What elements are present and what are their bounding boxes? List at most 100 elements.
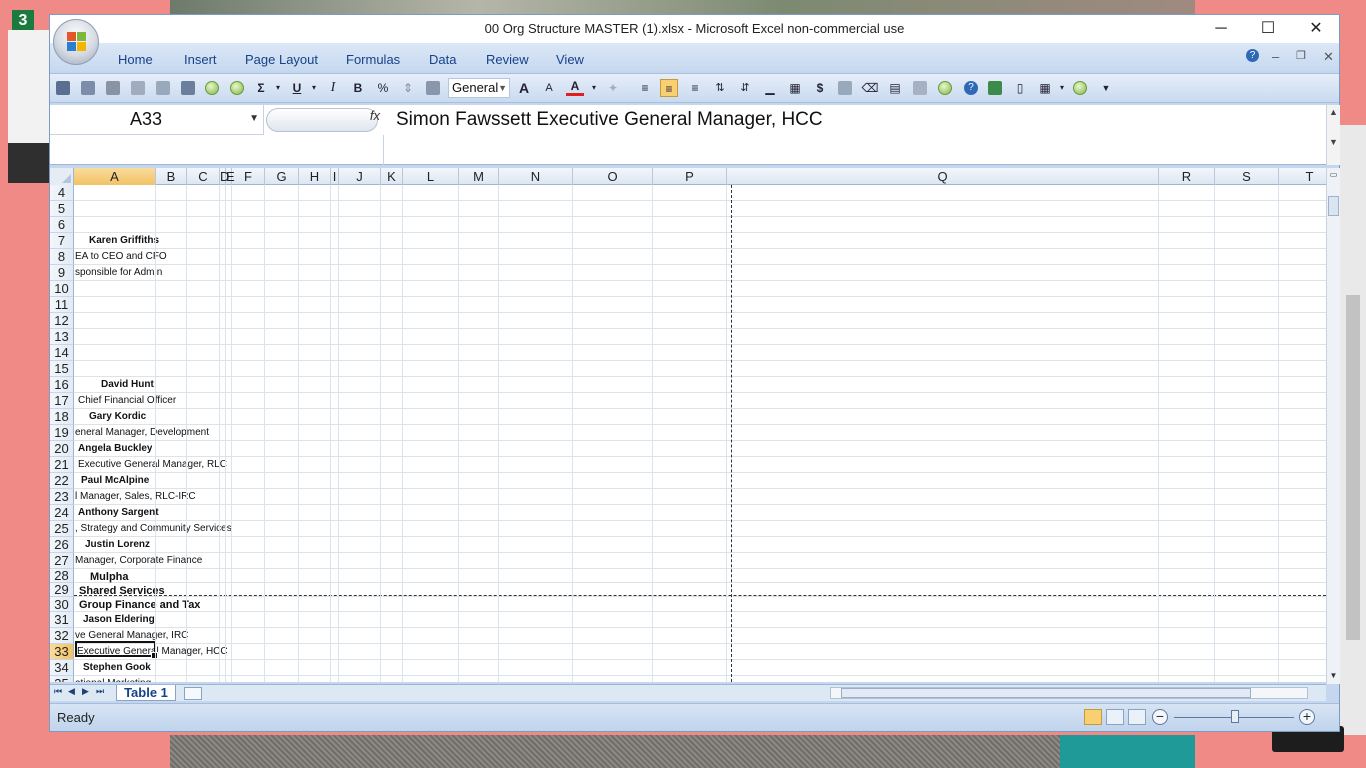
page-layout-view-icon[interactable] — [1106, 709, 1124, 725]
align-center-icon[interactable]: ≡ — [660, 79, 678, 97]
help-icon[interactable]: ? — [964, 81, 978, 95]
row-header-6[interactable]: 6 — [50, 217, 74, 233]
green-circle-icon[interactable] — [1073, 81, 1087, 95]
cell-a17[interactable]: Chief Financial Officer — [78, 394, 176, 408]
bold-button[interactable]: B — [349, 79, 367, 97]
row-header-31[interactable]: 31 — [50, 612, 74, 628]
underline-button[interactable]: U — [288, 79, 306, 97]
close-button[interactable]: ✕ — [1296, 19, 1336, 39]
format-icon[interactable] — [426, 81, 440, 95]
column-header-n[interactable]: N — [499, 168, 573, 185]
cell-a27[interactable]: Manager, Corporate Finance — [75, 554, 202, 568]
formula-input[interactable]: Simon Fawssett Executive General Manager… — [396, 109, 823, 131]
column-header-j[interactable]: J — [339, 168, 381, 185]
office-button[interactable] — [53, 19, 99, 65]
split-box-icon[interactable]: ▭ — [1327, 170, 1340, 179]
row-header-30[interactable]: 30 — [50, 597, 74, 612]
shrink-font-button[interactable]: A — [540, 79, 558, 97]
sort-icon[interactable]: ⇅ — [711, 79, 729, 97]
tab-insert[interactable]: Insert — [184, 52, 217, 67]
column-header-b[interactable]: B — [156, 168, 187, 185]
zoom-slider-thumb[interactable] — [1231, 710, 1239, 723]
chevron-down-icon[interactable]: ▼ — [249, 113, 259, 124]
tab-review[interactable]: Review — [486, 52, 529, 67]
row-header-9[interactable]: 9 — [50, 265, 74, 281]
cell-a31[interactable]: Jason Eldering — [83, 613, 155, 627]
percent-button[interactable]: % — [374, 79, 392, 97]
column-header-q[interactable]: Q — [727, 168, 1159, 185]
help-icon[interactable]: ? — [1246, 49, 1259, 62]
column-header-g[interactable]: G — [265, 168, 299, 185]
normal-view-icon[interactable] — [1084, 709, 1102, 725]
chevron-down-icon[interactable]: ▼ — [1327, 671, 1340, 680]
tab-formulas[interactable]: Formulas — [346, 52, 400, 67]
cell-a18[interactable]: Gary Kordic — [89, 410, 146, 424]
column-header-s[interactable]: S — [1215, 168, 1279, 185]
cell-a25[interactable]: , Strategy and Community Services — [75, 522, 232, 536]
doc-close-button[interactable]: ✕ — [1323, 49, 1334, 65]
cell-a8[interactable]: EA to CEO and CFO — [75, 250, 167, 264]
save-as-icon[interactable] — [81, 81, 95, 95]
selected-cell-a33[interactable] — [75, 641, 158, 659]
column-header-r[interactable]: R — [1159, 168, 1215, 185]
column-header-c[interactable]: C — [187, 168, 220, 185]
row-header-10[interactable]: 10 — [50, 281, 74, 297]
sheet-tab-table-1[interactable]: Table 1 — [116, 685, 176, 701]
border-bottom-icon[interactable]: ▁ — [761, 79, 779, 97]
chevron-down-icon[interactable]: ▾ — [305, 79, 323, 97]
row-header-25[interactable]: 25 — [50, 521, 74, 537]
row-header-14[interactable]: 14 — [50, 345, 74, 361]
column-header-a[interactable]: A — [74, 168, 156, 185]
cell-a16[interactable]: David Hunt — [101, 378, 154, 392]
taskbar-badge[interactable]: 3 — [12, 10, 34, 32]
green-circle-icon[interactable] — [938, 81, 952, 95]
row-header-17[interactable]: 17 — [50, 393, 74, 409]
doc-minimize-button[interactable]: – — [1272, 49, 1279, 64]
row-header-34[interactable]: 34 — [50, 660, 74, 676]
paste-special-icon[interactable] — [913, 81, 927, 95]
row-header-15[interactable]: 15 — [50, 361, 74, 377]
formula-bar-scroll[interactable]: ▲ ▼ — [1326, 105, 1340, 165]
cell-a9[interactable]: sponsible for Admin — [75, 266, 162, 280]
save-icon[interactable] — [56, 81, 70, 95]
sort-desc-icon[interactable]: ⇵ — [736, 79, 754, 97]
column-header-k[interactable]: K — [381, 168, 403, 185]
vertical-scrollbar[interactable]: ▭ ▼ — [1326, 168, 1340, 684]
italic-button[interactable]: I — [324, 79, 342, 97]
doc-restore-button[interactable]: ❐ — [1296, 49, 1306, 62]
fill-icon[interactable]: ✦ — [604, 79, 622, 97]
cell-a19[interactable]: eneral Manager, Development — [75, 426, 209, 440]
row-header-23[interactable]: 23 — [50, 489, 74, 505]
row-header-5[interactable]: 5 — [50, 201, 74, 217]
row-header-35[interactable]: 35 — [50, 676, 74, 682]
align-left-icon[interactable]: ≡ — [636, 79, 654, 97]
row-header-26[interactable]: 26 — [50, 537, 74, 553]
customize-toolbar-icon[interactable]: ▼ — [1097, 79, 1115, 97]
vertical-scroll-thumb[interactable] — [1328, 196, 1339, 216]
grid-icon[interactable]: ▦ — [1036, 79, 1054, 97]
border-grid-icon[interactable]: ▦ — [786, 79, 804, 97]
column-header-l[interactable]: L — [403, 168, 459, 185]
cell-a22[interactable]: Paul McAlpine — [81, 474, 149, 488]
maximize-button[interactable]: ☐ — [1248, 19, 1288, 39]
chevron-up-icon[interactable]: ▲ — [1327, 105, 1340, 119]
eraser-icon[interactable]: ⌫ — [861, 79, 879, 97]
tab-data[interactable]: Data — [429, 52, 456, 67]
cell-a24[interactable]: Anthony Sargent — [78, 506, 159, 520]
row-header-8[interactable]: 8 — [50, 249, 74, 265]
title-bar[interactable]: 00 Org Structure MASTER (1).xlsx - Micro… — [50, 15, 1339, 43]
row-header-11[interactable]: 11 — [50, 297, 74, 313]
autosum-icon[interactable]: Σ — [252, 79, 270, 97]
cell-a21[interactable]: Executive General Manager, RLC — [78, 458, 227, 472]
insert-sheet-icon[interactable] — [184, 687, 202, 700]
cell-a7[interactable]: Karen Griffiths — [89, 234, 159, 248]
table-icon[interactable]: ▤ — [886, 79, 904, 97]
row-header-19[interactable]: 19 — [50, 425, 74, 441]
currency-icon[interactable]: $ — [811, 79, 829, 97]
print-icon[interactable] — [106, 81, 120, 95]
cell-a35[interactable]: ational Marketing — [75, 677, 151, 682]
horizontal-scroll-thumb[interactable] — [841, 688, 1251, 698]
minimize-button[interactable]: ─ — [1201, 19, 1241, 39]
tab-page-layout[interactable]: Page Layout — [245, 52, 318, 67]
prev-sheet-icon[interactable]: ◀ — [68, 686, 75, 697]
